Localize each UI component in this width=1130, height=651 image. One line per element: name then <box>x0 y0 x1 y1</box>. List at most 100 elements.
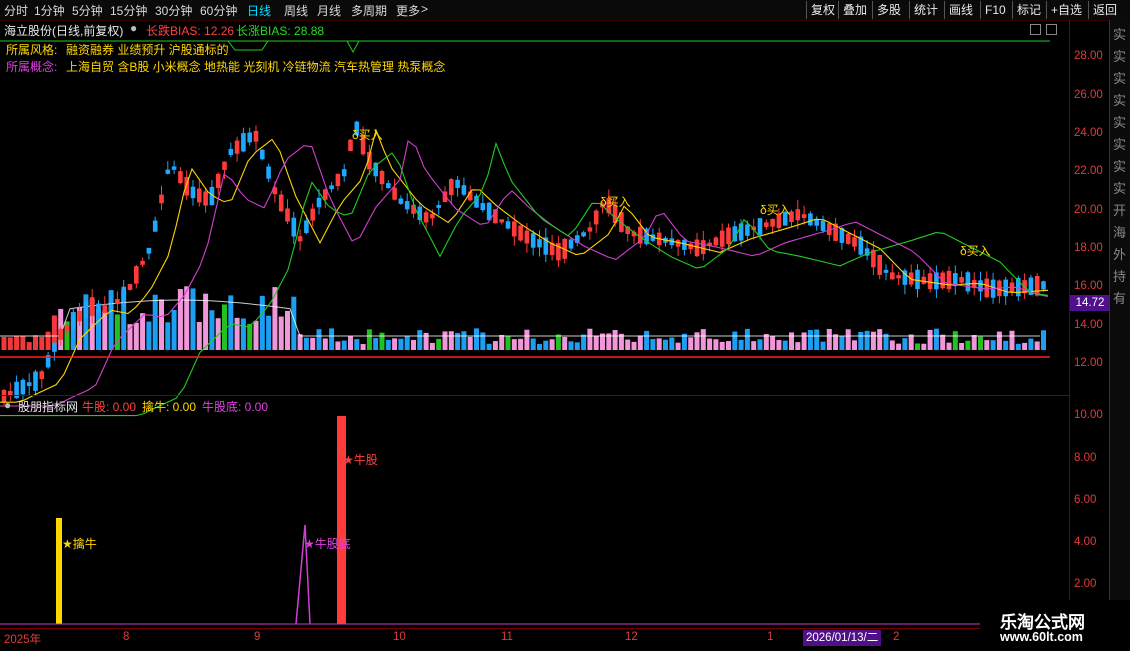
multi-stock-button[interactable]: 多股 <box>872 1 905 19</box>
candle-body <box>234 140 240 154</box>
candle-body <box>757 218 763 235</box>
tab-monthly[interactable]: 月线 <box>317 2 341 19</box>
candle-body <box>801 214 807 219</box>
time-tick: 12 <box>625 631 638 643</box>
volume-bar <box>870 331 876 350</box>
volume-bar <box>933 328 939 350</box>
time-tick: 1 <box>767 631 774 643</box>
add-watchlist-button[interactable]: +自选 <box>1046 1 1086 19</box>
volume-bar <box>826 328 832 350</box>
volume-bar <box>247 323 253 350</box>
candle-body <box>1034 275 1040 296</box>
candle-body <box>241 133 246 152</box>
candle-body <box>190 186 196 199</box>
price-tick: 26.00 <box>1074 89 1103 101</box>
volume-bar <box>915 343 920 350</box>
tab-30min[interactable]: 30分钟 <box>155 2 192 19</box>
tab-1min[interactable]: 1分钟 <box>34 2 65 19</box>
restore-rights-button[interactable]: 复权 <box>806 1 839 19</box>
price-tick: 18.00 <box>1074 242 1103 254</box>
volume-bar <box>448 331 454 350</box>
volume-bar <box>984 340 990 350</box>
volume-bar <box>266 315 272 350</box>
volume-bar <box>971 335 977 350</box>
indicator-cattle-value: 牛股: 0.00 <box>82 400 137 414</box>
volume-bar <box>726 341 731 350</box>
volume-bar <box>474 328 479 350</box>
overlay-button[interactable]: 叠加 <box>838 1 871 19</box>
volume-bar <box>795 342 801 350</box>
statistics-button[interactable]: 统计 <box>909 1 942 19</box>
indicator-grab-value: 擒牛: 0.00 <box>142 400 197 414</box>
volume-bar <box>159 299 164 350</box>
mark-button[interactable]: 标记 <box>1012 1 1045 19</box>
volume-bar <box>1 336 7 350</box>
tab-fenshi[interactable]: 分时 <box>4 2 28 19</box>
candle-body <box>499 219 504 223</box>
volume-bar <box>663 339 668 350</box>
tab-weekly[interactable]: 周线 <box>284 2 308 19</box>
volume-bar <box>839 336 845 350</box>
candle-body <box>20 379 26 395</box>
volume-bar <box>417 330 423 350</box>
candle-body <box>222 161 227 170</box>
tab-60min[interactable]: 60分钟 <box>200 2 237 19</box>
candle-body <box>820 220 826 231</box>
volume-bar <box>360 343 366 350</box>
candle-body <box>71 314 76 330</box>
f10-button[interactable]: F10 <box>980 1 1010 19</box>
volume-bar <box>1034 341 1040 350</box>
candle-body <box>701 240 706 255</box>
volume-bar <box>184 286 190 350</box>
tab-more[interactable]: 更多 <box>396 2 420 19</box>
tab-15min[interactable]: 15分钟 <box>110 2 147 19</box>
volume-bar <box>700 329 706 350</box>
volume-bar <box>14 336 20 350</box>
indicator-tick: 6.00 <box>1074 494 1097 506</box>
candle-body <box>587 227 593 232</box>
indicator-collapse-icon[interactable]: ● <box>4 398 11 412</box>
candle-body <box>386 183 391 189</box>
volume-bar <box>921 343 927 350</box>
restore-icon[interactable] <box>1030 24 1041 35</box>
chevron-down-icon[interactable]: ● <box>130 21 137 35</box>
volume-bar <box>782 340 788 350</box>
volume-bar <box>518 338 524 350</box>
volume-bar <box>644 330 650 350</box>
time-axis: 2025年 8 9 10 11 12 1 2026/01/13/二 2 <box>0 628 1130 651</box>
volume-bar <box>1015 343 1021 350</box>
back-button[interactable]: 返回 <box>1088 1 1121 19</box>
maximize-icon[interactable] <box>1046 24 1057 35</box>
volume-bar <box>549 339 555 350</box>
volume-bar <box>171 309 177 350</box>
candle-body <box>770 218 775 227</box>
candle-body <box>297 236 303 242</box>
candle-body <box>115 298 120 305</box>
candle-body <box>845 233 851 244</box>
candle-body <box>341 169 347 177</box>
bias-dip-1 <box>227 40 269 51</box>
volume-bar <box>1028 338 1034 350</box>
candle-body <box>152 220 158 232</box>
candle-body <box>719 230 725 247</box>
volume-bar <box>896 343 902 350</box>
candle-body <box>203 191 208 206</box>
candle-body <box>883 269 889 273</box>
draw-line-button[interactable]: 画线 <box>944 1 977 19</box>
kline-chart[interactable] <box>0 20 1069 628</box>
indicator-tick: 4.00 <box>1074 536 1097 548</box>
candle-body <box>915 269 920 290</box>
side-info-strip[interactable]: 实实实实实实实实开海外持有 <box>1109 20 1130 628</box>
volume-bar <box>568 341 574 350</box>
candle-body <box>455 179 460 188</box>
tab-daily[interactable]: 日线 <box>247 2 271 19</box>
volume-bar <box>373 338 379 350</box>
tab-5min[interactable]: 5分钟 <box>72 2 103 19</box>
volume-bar <box>329 328 335 350</box>
volume-bar <box>310 337 316 350</box>
volume-bar <box>259 295 265 350</box>
price-tick: 20.00 <box>1074 204 1103 216</box>
chevron-right-icon[interactable]: > <box>421 2 428 16</box>
tab-multi-period[interactable]: 多周期 <box>351 2 387 19</box>
volume-bar <box>751 341 757 350</box>
